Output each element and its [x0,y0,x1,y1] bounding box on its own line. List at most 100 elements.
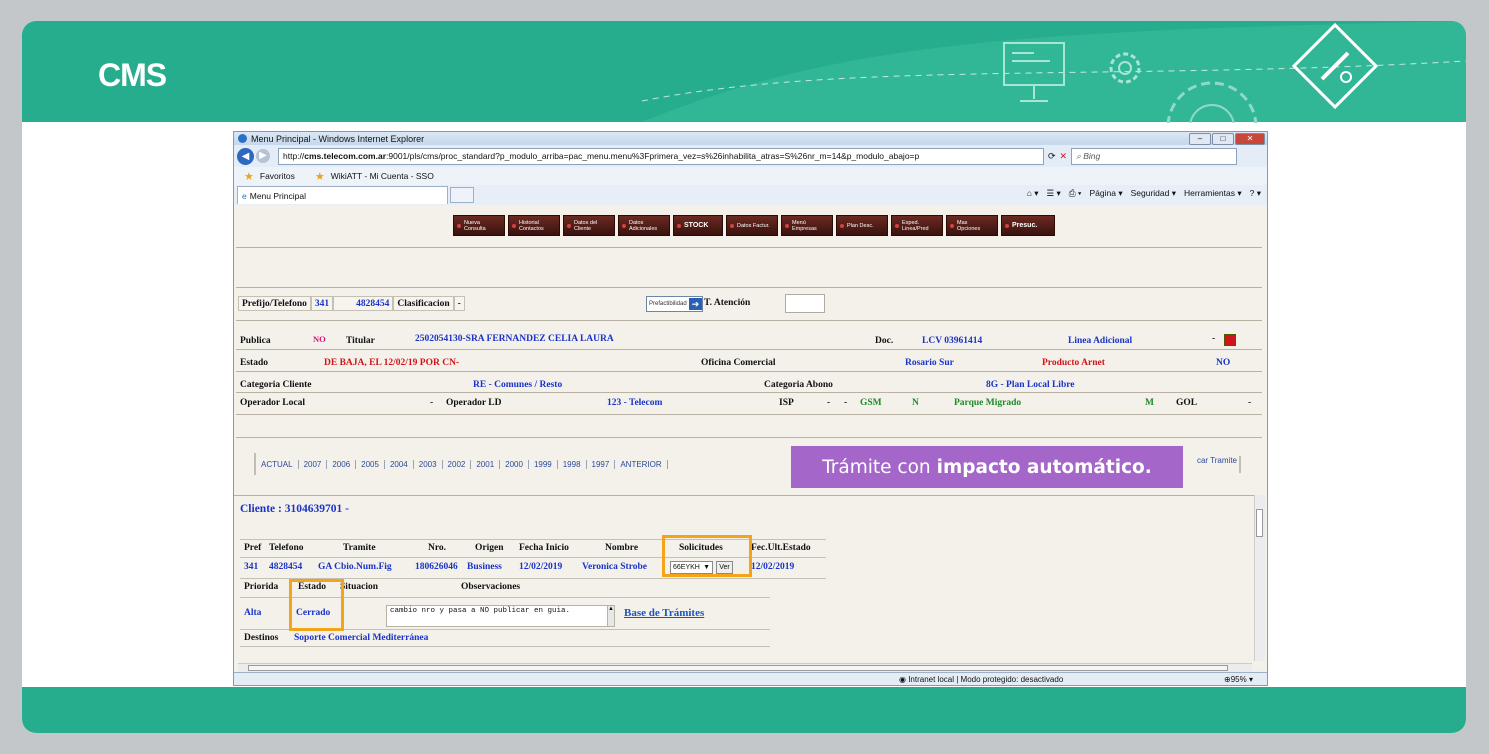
observaciones-textarea[interactable]: cambio nro y pasa a NO publicar en guia. [386,605,608,627]
favorites-bar: ★ Favoritos ★ WikiATT - Mi Cuenta - SSO [234,167,1267,185]
maximize-button[interactable]: □ [1212,133,1234,145]
year-tab-2000[interactable]: 2000 [500,459,529,469]
btn-exped-linea[interactable]: Exped. Linea/Pred [891,215,943,236]
isp-value-1: - [827,398,831,408]
zoom-level[interactable]: ⊕95% ▾ [1224,675,1253,684]
btn-presuc[interactable]: Presuc. [1001,215,1055,236]
doc-value: LCV 03961414 [922,336,983,346]
year-tab-1997[interactable]: 1997 [587,459,616,469]
back-icon[interactable]: ◀ [237,147,254,165]
gsm-label: GSM [860,398,882,408]
btn-menu-empresas[interactable]: Menú Empresas [781,215,833,236]
destinos-label: Destinos [244,633,279,643]
forward-icon[interactable]: ▶ [256,149,270,163]
producto-label: Producto Arnet [1042,358,1105,368]
status-bar: ◉ Intranet local | Modo protegido: desac… [234,672,1267,685]
cat-cliente-label: Categoria Cliente [240,380,312,390]
print-icon[interactable]: ⎙ ▾ [1069,188,1082,199]
destinos-value: Soporte Comercial Mediterránea [294,633,429,643]
search-input[interactable]: ⌕ Bing [1071,147,1238,165]
atencion-field[interactable] [785,294,825,313]
op-local-value: - [430,398,434,408]
gsm-value: N [912,398,919,408]
flag-icon [1224,334,1236,346]
add-favorite-icon[interactable]: ★ [315,170,325,183]
btn-plan-desc[interactable]: Plan Desc. [836,215,888,236]
window-title: Menu Principal - Windows Internet Explor… [251,133,425,144]
home-icon[interactable]: ⌂ ▾ [1027,188,1039,199]
btn-stock[interactable]: STOCK [673,215,723,236]
favorites-button[interactable]: Favoritos [260,171,295,181]
ie-page-icon: e [242,190,247,201]
clasificacion-value: - [453,296,465,311]
oficina-value: Rosario Sur [905,358,954,368]
favorite-link[interactable]: WikiATT - Mi Cuenta - SSO [331,171,434,181]
doc-label: Doc. [875,336,894,346]
btn-nueva-consulta[interactable]: Nueva Consulta [453,215,505,236]
url-field[interactable]: http://cms.telecom.com.ar:9001/pls/cms/p… [278,147,1044,165]
year-tab-1999[interactable]: 1999 [529,459,558,469]
cat-cliente-value: RE - Comunes / Resto [473,380,563,390]
op-ld-value: 123 - Telecom [607,398,663,408]
op-ld-label: Operador LD [446,398,502,408]
titular-value: 2502054130-SRA FERNANDEZ CELIA LAURA [415,334,614,344]
tramite-panel: Cliente : 3104639701 - Pref Telefono Tra… [234,495,1254,664]
minimize-button[interactable]: – [1189,133,1211,145]
divider [236,414,1262,415]
cat-abono-label: Categoria Abono [764,380,833,390]
year-tab-2005[interactable]: 2005 [356,459,385,469]
btn-datos-cliente[interactable]: Datos del Cliente [563,215,615,236]
btn-historial-contactos[interactable]: Historial Contactos [508,215,560,236]
divider [236,392,1262,393]
cell-pref: 341 [244,562,259,572]
atencion-label: T. Atención [704,298,751,308]
year-tab-2004[interactable]: 2004 [385,459,414,469]
year-tab-2003[interactable]: 2003 [414,459,443,469]
prefijo-row: Prefijo/Telefono 341 4828454 Clasificaci… [238,296,465,311]
op-local-label: Operador Local [240,398,306,408]
stop-icon[interactable]: ✕ [1060,151,1068,162]
clasificacion-label: Clasificacion [393,296,454,311]
ie-browser-window: Menu Principal - Windows Internet Explor… [233,131,1268,686]
year-tab-2001[interactable]: 2001 [471,459,501,469]
btn-mas-opciones[interactable]: Mas Opciones [946,215,998,236]
isp-label: ISP [779,398,794,408]
base-tramites-link[interactable]: Base de Trámites [624,607,704,619]
prefactibilidad-button[interactable]: Prefactibilidad ➔ [646,296,703,312]
col-origen: Origen [475,543,504,553]
refresh-icon[interactable]: ⟳ [1048,151,1056,162]
parque-value: M [1145,398,1154,408]
btn-datos-factur[interactable]: Datos Factur. [726,215,778,236]
year-tab-2007[interactable]: 2007 [299,459,328,469]
new-tab-button[interactable] [450,187,474,203]
producto-value: NO [1216,358,1231,368]
close-button[interactable]: ✕ [1235,133,1265,145]
feeds-icon[interactable]: ☰ ▾ [1047,188,1061,199]
tab-menu-principal[interactable]: e Menu Principal [237,186,448,204]
textarea-scrollbar[interactable]: ▲ [607,605,615,627]
buscar-tramite-link[interactable]: car Tramite [1197,456,1241,473]
cms-toolbar: Nueva Consulta Historial Contactos Datos… [453,215,1055,236]
help-icon[interactable]: ? ▾ [1250,188,1261,199]
menu-herramientas[interactable]: Herramientas ▾ [1184,188,1242,199]
cell-tramite: GA Cbio.Num.Fig [318,562,392,572]
col-prioridad: Priorida [244,582,279,592]
year-tab-actual[interactable]: ACTUAL [256,459,299,469]
year-tab-anterior[interactable]: ANTERIOR [615,459,668,469]
cliente-heading: Cliente : 3104639701 - [240,503,349,515]
cell-telefono: 4828454 [269,562,303,572]
isp-value-2: - [844,398,848,408]
menu-pagina[interactable]: Página ▾ [1089,188,1122,199]
year-tab-1998[interactable]: 1998 [558,459,587,469]
search-icon: ⌕ [1076,150,1084,161]
window-titlebar: Menu Principal - Windows Internet Explor… [234,132,1267,145]
gol-label: GOL [1176,398,1198,408]
year-tab-2006[interactable]: 2006 [327,459,357,469]
pencil-diamond-icon [1291,22,1379,110]
cat-abono-value: 8G - Plan Local Libre [986,380,1075,390]
gol-value: - [1248,398,1252,408]
vertical-scrollbar[interactable] [1254,495,1265,661]
year-tab-2002[interactable]: 2002 [443,459,472,469]
btn-datos-adicionales[interactable]: Datos Adicionales [618,215,670,236]
menu-seguridad[interactable]: Seguridad ▾ [1131,188,1176,199]
